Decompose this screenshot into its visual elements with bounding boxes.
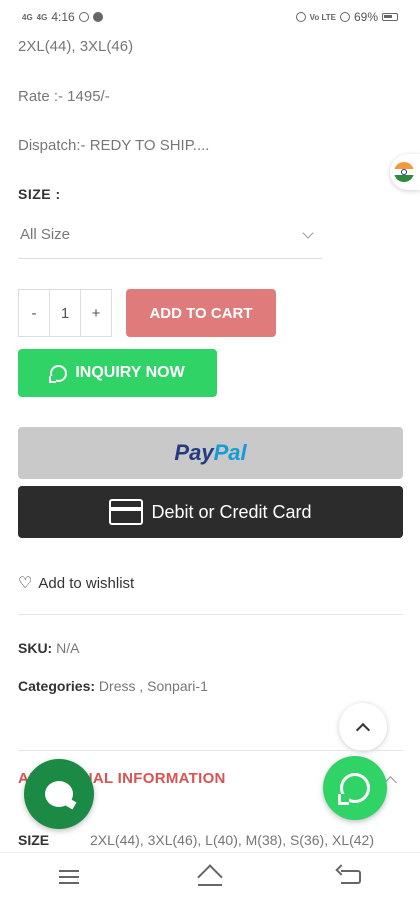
product-sizes-text: 2XL(44), 3XL(46) [18, 38, 134, 55]
scroll-to-top-button[interactable] [339, 703, 387, 751]
status-right: Vo LTE 69% [295, 10, 398, 24]
paypal-button[interactable]: Pay Pal [18, 427, 403, 479]
menu-icon[interactable] [59, 869, 80, 884]
signal-2-indicator: 4G [36, 12, 48, 22]
status-time: 4:16 [51, 10, 75, 24]
wifi-icon [339, 12, 350, 22]
status-left: 4G 4G 4:16 [22, 10, 103, 24]
debit-credit-card-button[interactable]: Debit or Credit Card [18, 486, 403, 538]
status-bar: 4G 4G 4:16 Vo LTE 69% [0, 0, 420, 34]
wishlist-label: Add to wishlist [38, 574, 135, 592]
categories-row: Categories: Dress , Sonpari-1 [18, 678, 208, 694]
divider [18, 614, 403, 615]
message-notification-icon [92, 12, 103, 22]
sku-row: SKU: N/A [18, 640, 79, 656]
product-rate: Rate :- 1495/- [18, 88, 110, 105]
sku-label: SKU: [18, 640, 53, 656]
credit-card-icon [109, 499, 144, 525]
categories-label: Categories: [18, 678, 96, 694]
size-select-value: All Size [20, 226, 71, 243]
size-label: SIZE : [18, 186, 61, 202]
battery-icon [382, 13, 398, 21]
whatsapp-icon [338, 773, 370, 805]
paypal-logo-pal: Pal [213, 440, 247, 465]
paypal-logo-pay: Pay [174, 440, 214, 465]
whatsapp-notification-icon [78, 12, 89, 22]
back-icon[interactable] [340, 869, 361, 884]
language-flag-button[interactable] [390, 154, 420, 190]
chevron-down-icon [302, 226, 314, 239]
india-flag-icon [394, 162, 414, 182]
chevron-up-icon [355, 722, 371, 737]
quantity-minus-button[interactable]: - [19, 290, 49, 336]
quantity-input[interactable]: 1 [49, 290, 81, 336]
card-button-label: Debit or Credit Card [151, 501, 312, 522]
home-icon[interactable] [197, 868, 222, 886]
battery-percent: 69% [353, 10, 378, 24]
heart-icon: ♡ [18, 575, 33, 592]
quantity-stepper: - 1 + [18, 289, 112, 337]
system-nav-bar [0, 852, 420, 900]
size-select[interactable]: All Size [18, 215, 322, 259]
inquiry-now-button[interactable]: INQUIRY NOW [18, 349, 217, 397]
categories-value[interactable]: Dress , Sonpari-1 [99, 678, 208, 694]
add-to-cart-button[interactable]: ADD TO CART [126, 289, 276, 337]
chat-icon [45, 781, 73, 807]
inquiry-label: INQUIRY NOW [75, 364, 185, 381]
volte-indicator: Vo LTE [309, 12, 336, 22]
divider [18, 750, 403, 751]
product-dispatch: Dispatch:- REDY TO SHIP.... [18, 137, 210, 154]
sku-value: N/A [56, 640, 80, 656]
signal-1-indicator: 4G [22, 12, 33, 22]
add-to-wishlist-link[interactable]: ♡ Add to wishlist [18, 573, 134, 593]
alarm-icon [295, 12, 306, 22]
quantity-plus-button[interactable]: + [81, 290, 111, 336]
whatsapp-float-button[interactable] [323, 756, 387, 820]
chat-widget-button[interactable] [24, 759, 94, 829]
whatsapp-icon [49, 364, 68, 383]
spec-size-label: SIZE [18, 832, 50, 848]
spec-size-value: 2XL(44), 3XL(46), L(40), M(38), S(36), X… [90, 832, 375, 848]
